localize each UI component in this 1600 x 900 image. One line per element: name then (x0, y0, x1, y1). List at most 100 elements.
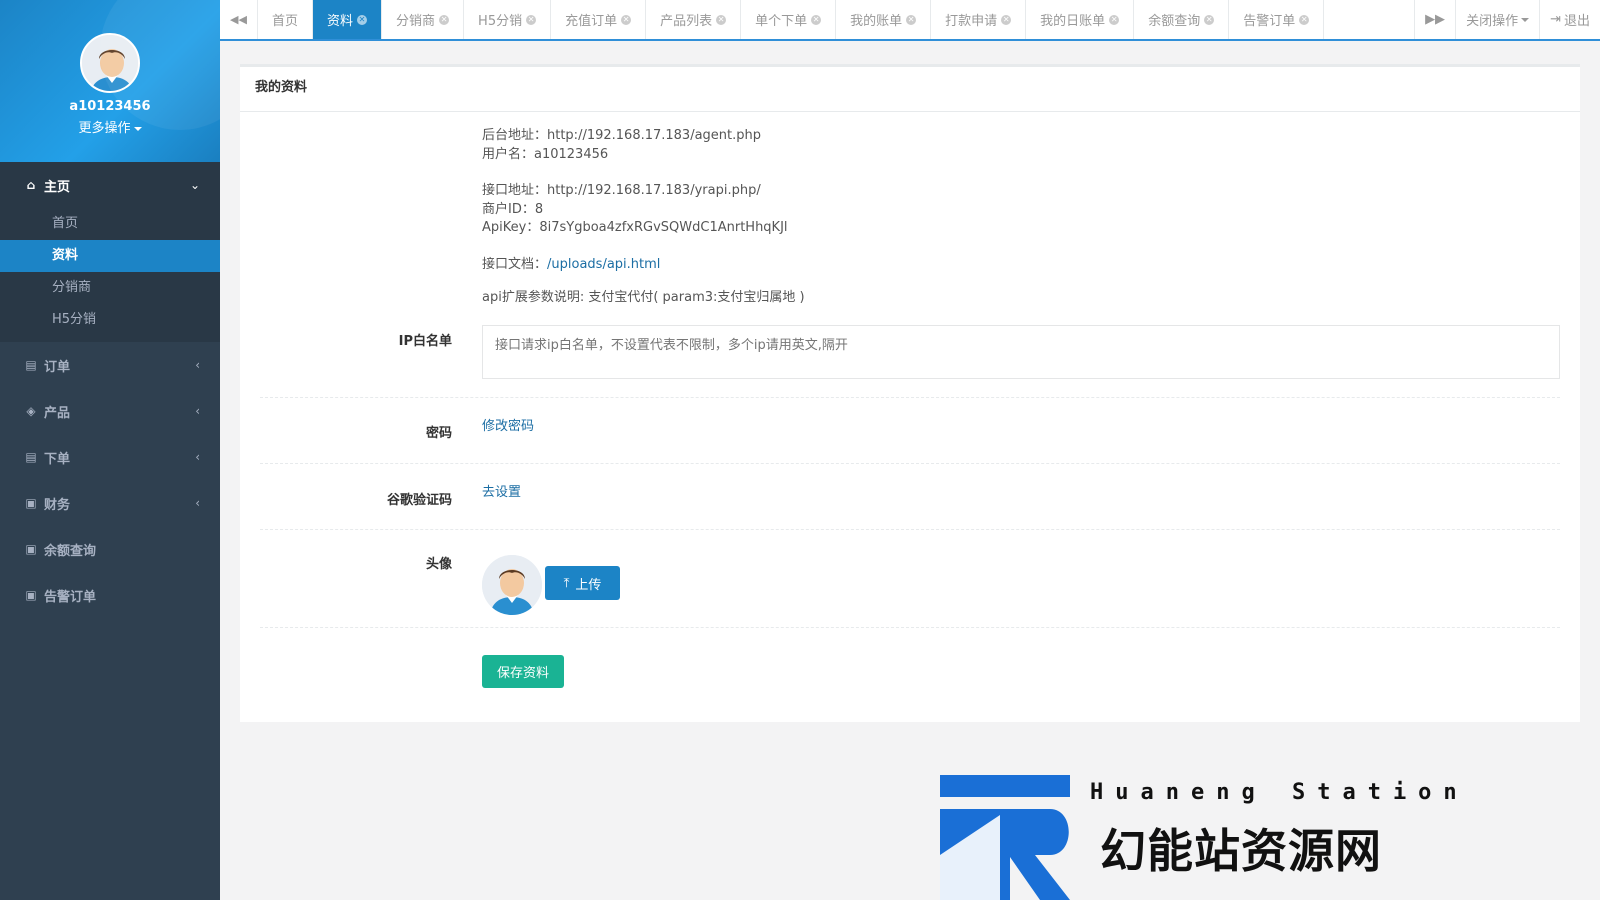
tab-label: 首页 (272, 14, 299, 29)
close-icon[interactable]: ✕ (526, 14, 537, 25)
close-icon[interactable]: ✕ (1299, 14, 1310, 25)
nav-orders-label: 订单 (44, 359, 71, 375)
close-icon[interactable]: ✕ (439, 14, 450, 25)
nav-home[interactable]: ⌂ 主页 ⌄ (0, 162, 220, 208)
logout-label: 退出 (1563, 14, 1590, 29)
logout-button[interactable]: ⇥ 退出 (1539, 0, 1600, 39)
logout-icon: ⇥ (1550, 12, 1561, 27)
sidebar-item-h5-distribution[interactable]: H5分销 (0, 304, 220, 336)
logo-mark-icon (940, 775, 1070, 900)
chevron-left-icon: ‹ (195, 450, 200, 464)
tab-balance-query[interactable]: 余额查询 ✕ (1134, 0, 1230, 39)
tabs-scroll-right-button[interactable]: ▶▶ (1414, 0, 1455, 39)
user-avatar[interactable] (80, 33, 140, 93)
nav-finance-label: 财务 (44, 497, 71, 513)
close-icon[interactable]: ✕ (1001, 14, 1012, 25)
tab-h5-distribution[interactable]: H5分销 ✕ (464, 0, 552, 39)
brand-logo: Huaneng Station 幻能站资源网 (940, 775, 1500, 900)
api-doc-line: 接口文档：/uploads/api.html (482, 256, 805, 275)
chevron-left-icon: ‹ (195, 496, 200, 510)
api-doc-label: 接口文档： (482, 256, 548, 272)
tab-label: 余额查询 (1148, 14, 1201, 29)
profile-panel-main: 我的资料 后台地址：http://192.168.17.183/agent.ph… (240, 64, 1580, 722)
sidebar: a10123456 更多操作 ⌂ 主页 ⌄ 首页 资料 分销商 H5分销 ▤ 订… (0, 0, 220, 900)
divider (260, 397, 1560, 398)
tab-alert-orders[interactable]: 告警订单 ✕ (1229, 0, 1325, 39)
nav-finance[interactable]: ▣ 财务 ‹ (0, 480, 220, 526)
tab-label: 我的日账单 (1040, 14, 1106, 29)
close-icon[interactable]: ✕ (1109, 14, 1120, 25)
nav-balance-label: 余额查询 (44, 543, 97, 559)
upload-avatar-button[interactable]: ⤒ 上传 (545, 566, 620, 600)
save-profile-button[interactable]: 保存资料 (482, 655, 564, 688)
forward-icon: ▶▶ (1425, 12, 1446, 27)
nav-alert-orders[interactable]: ▣ 告警订单 (0, 572, 220, 618)
close-icon[interactable]: ✕ (357, 14, 368, 25)
profile-avatar (482, 555, 542, 615)
divider (260, 529, 1560, 530)
nav-orders[interactable]: ▤ 订单 ‹ (0, 342, 220, 388)
api-key: ApiKey：8i7sYgboa4zfxRGvSQWdC1AnrtHhqKJl (482, 220, 788, 235)
close-icon[interactable]: ✕ (811, 14, 822, 25)
sidebar-item-profile[interactable]: 资料 (0, 240, 220, 272)
tab-product-list[interactable]: 产品列表 ✕ (646, 0, 742, 39)
tab-single-order[interactable]: 单个下单 ✕ (741, 0, 837, 39)
close-ops-label: 关闭操作 (1466, 14, 1519, 29)
more-ops-menu[interactable]: 更多操作 (0, 117, 220, 136)
tab-home[interactable]: 首页 (258, 0, 314, 39)
google-auth-setup-link[interactable]: 去设置 (482, 481, 521, 500)
avatar-icon (482, 555, 542, 615)
tabs-scroll-left-button[interactable]: ◀◀ (220, 0, 258, 39)
ip-whitelist-input[interactable] (482, 325, 1560, 379)
tab-label: 单个下单 (755, 14, 808, 29)
tab-recharge-orders[interactable]: 充值订单 ✕ (551, 0, 647, 39)
nav-products[interactable]: ◈ 产品 ‹ (0, 388, 220, 434)
tab-distributors[interactable]: 分销商 ✕ (382, 0, 465, 39)
tab-label: 资料 (327, 14, 354, 29)
brand-subtitle: Huaneng Station (1090, 780, 1469, 805)
nav-home-submenu: 首页 资料 分销商 H5分销 (0, 208, 220, 342)
tab-label: 打款申请 (945, 14, 998, 29)
nav-products-label: 产品 (44, 405, 71, 421)
sidebar-item-home[interactable]: 首页 (0, 208, 220, 240)
tab-label: 告警订单 (1243, 14, 1296, 29)
document-icon: ▤ (25, 358, 37, 372)
account-info: 后台地址：http://192.168.17.183/agent.php 用户名… (482, 127, 805, 308)
api-ext-params: api扩展参数说明: 支付宝代付( param3:支付宝归属地 ) (482, 290, 805, 305)
nav-balance[interactable]: ▣ 余额查询 (0, 526, 220, 572)
tab-list: 首页 资料 ✕ 分销商 ✕ H5分销 ✕ 充值订单 ✕ 产品列表 ✕ 单个下单 ✕ 我的账单… (258, 0, 1414, 39)
money-icon: ▣ (25, 496, 37, 510)
username: a10123456 (69, 99, 151, 114)
home-icon: ⌂ (26, 178, 36, 192)
sidebar-item-distributors[interactable]: 分销商 (0, 272, 220, 304)
tab-label: 充值订单 (565, 14, 618, 29)
tab-bar-right-ops: ▶▶ 关闭操作 ⇥ 退出 (1414, 0, 1600, 39)
nav-place-order[interactable]: ▤ 下单 ‹ (0, 434, 220, 480)
close-icon[interactable]: ✕ (906, 14, 917, 25)
close-icon[interactable]: ✕ (621, 14, 632, 25)
api-doc-link[interactable]: /uploads/api.html (547, 257, 660, 272)
brand-name: 幻能站资源网 (1100, 824, 1382, 878)
money-icon: ▣ (25, 588, 37, 602)
divider (260, 627, 1560, 628)
close-ops-dropdown[interactable]: 关闭操作 (1455, 0, 1539, 39)
close-icon[interactable]: ✕ (716, 14, 727, 25)
tab-label: H5分销 (478, 14, 523, 29)
tab-profile[interactable]: 资料 ✕ (313, 0, 383, 39)
avatar-icon (82, 35, 138, 91)
tab-label: 分销商 (396, 14, 436, 29)
panel-title: 我的资料 (240, 67, 1580, 112)
more-ops-label: 更多操作 (78, 121, 131, 136)
caret-down-icon (133, 126, 142, 131)
password-label: 密码 (425, 426, 452, 441)
tab-payment-request[interactable]: 打款申请 ✕ (931, 0, 1027, 39)
chevron-down-icon: ⌄ (189, 178, 200, 192)
tab-daily-bills[interactable]: 我的日账单 ✕ (1026, 0, 1135, 39)
tab-my-bills[interactable]: 我的账单 ✕ (836, 0, 932, 39)
merchant-id: 商户ID：8 (482, 201, 544, 217)
upload-label: 上传 (575, 576, 602, 592)
tab-label: 我的账单 (850, 14, 903, 29)
change-password-link[interactable]: 修改密码 (482, 415, 534, 434)
close-icon[interactable]: ✕ (1204, 14, 1215, 25)
nav-group-home: ⌂ 主页 ⌄ 首页 资料 分销商 H5分销 (0, 162, 220, 342)
